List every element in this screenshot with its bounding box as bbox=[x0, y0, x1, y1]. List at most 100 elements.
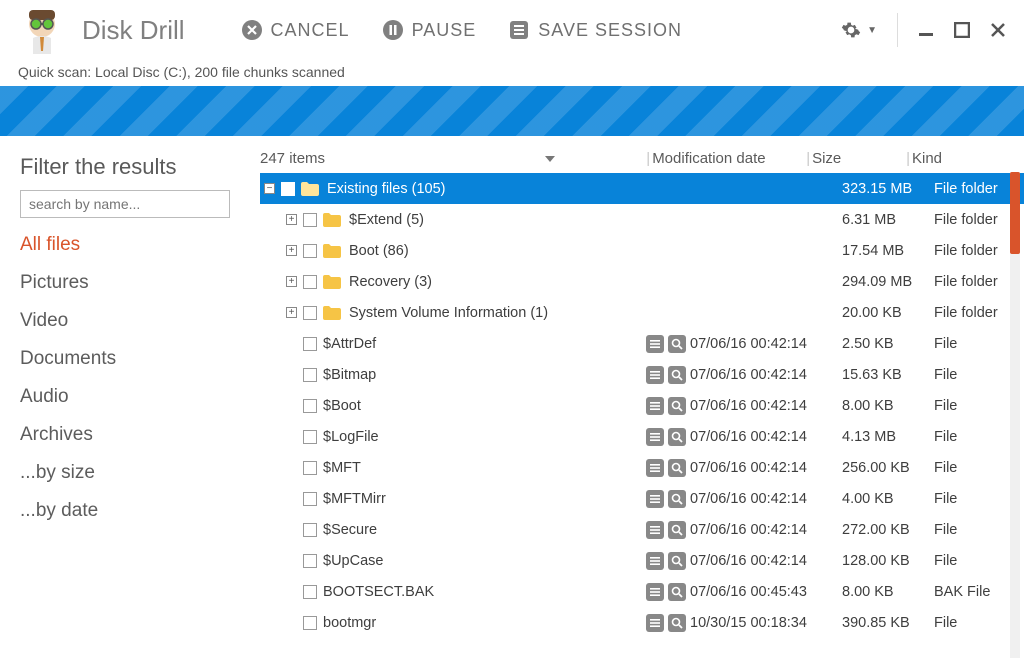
sidebar: Filter the results All filesPicturesVide… bbox=[0, 136, 260, 662]
row-name: Boot (86) bbox=[349, 243, 644, 259]
file-row[interactable]: BOOTSECT.BAK07/06/16 00:45:438.00 KBBAK … bbox=[260, 576, 1024, 607]
filter-item[interactable]: Video bbox=[20, 310, 260, 332]
row-checkbox[interactable] bbox=[303, 275, 317, 289]
magnifier-icon[interactable] bbox=[668, 397, 686, 415]
magnifier-icon[interactable] bbox=[668, 521, 686, 539]
row-checkbox[interactable] bbox=[303, 306, 317, 320]
preview-icon[interactable] bbox=[646, 459, 664, 477]
row-name: Existing files (105) bbox=[327, 181, 644, 197]
filter-item[interactable]: Audio bbox=[20, 386, 260, 408]
close-icon[interactable] bbox=[990, 22, 1006, 38]
magnifier-icon[interactable] bbox=[668, 459, 686, 477]
filter-item[interactable]: ...by size bbox=[20, 462, 260, 484]
row-checkbox[interactable] bbox=[303, 368, 317, 382]
file-row[interactable]: $Bitmap07/06/16 00:42:1415.63 KBFile bbox=[260, 359, 1024, 390]
row-name: $MFTMirr bbox=[323, 491, 644, 507]
filter-item[interactable]: Archives bbox=[20, 424, 260, 446]
file-row[interactable]: −Existing files (105)323.15 MBFile folde… bbox=[260, 173, 1024, 204]
row-checkbox[interactable] bbox=[303, 399, 317, 413]
magnifier-icon[interactable] bbox=[668, 490, 686, 508]
divider bbox=[897, 13, 898, 47]
preview-icon[interactable] bbox=[646, 428, 664, 446]
filter-item[interactable]: All files bbox=[20, 234, 260, 256]
magnifier-icon[interactable] bbox=[668, 552, 686, 570]
preview-icon[interactable] bbox=[646, 366, 664, 384]
column-kind[interactable]: Kind bbox=[912, 150, 1002, 167]
file-row[interactable]: $Boot07/06/16 00:42:148.00 KBFile bbox=[260, 390, 1024, 421]
magnifier-icon[interactable] bbox=[668, 428, 686, 446]
preview-icon[interactable] bbox=[646, 614, 664, 632]
row-checkbox[interactable] bbox=[303, 244, 317, 258]
preview-icon[interactable] bbox=[646, 490, 664, 508]
file-row[interactable]: $LogFile07/06/16 00:42:144.13 MBFile bbox=[260, 421, 1024, 452]
row-size: 15.63 KB bbox=[842, 367, 934, 383]
magnifier-icon[interactable] bbox=[668, 583, 686, 601]
preview-icon[interactable] bbox=[646, 521, 664, 539]
sort-indicator-icon[interactable] bbox=[545, 156, 555, 162]
column-items[interactable]: 247 items bbox=[260, 150, 644, 167]
row-checkbox[interactable] bbox=[303, 337, 317, 351]
preview-icon[interactable] bbox=[646, 335, 664, 353]
expand-icon[interactable]: + bbox=[286, 276, 297, 287]
row-checkbox[interactable] bbox=[303, 585, 317, 599]
search-input[interactable] bbox=[20, 190, 230, 218]
progress-stripe bbox=[0, 86, 1024, 136]
maximize-icon[interactable] bbox=[954, 22, 970, 38]
preview-icon[interactable] bbox=[646, 583, 664, 601]
row-actions bbox=[644, 490, 690, 508]
magnifier-icon[interactable] bbox=[668, 335, 686, 353]
magnifier-icon[interactable] bbox=[668, 366, 686, 384]
row-checkbox[interactable] bbox=[303, 430, 317, 444]
gear-icon[interactable] bbox=[841, 20, 861, 40]
row-checkbox[interactable] bbox=[303, 213, 317, 227]
filter-item[interactable]: Documents bbox=[20, 348, 260, 370]
save-session-button[interactable]: SAVE SESSION bbox=[508, 19, 682, 41]
preview-icon[interactable] bbox=[646, 552, 664, 570]
folder-icon bbox=[323, 213, 341, 227]
file-row[interactable]: $AttrDef07/06/16 00:42:142.50 KBFile bbox=[260, 328, 1024, 359]
magnifier-icon[interactable] bbox=[668, 614, 686, 632]
pause-button[interactable]: PAUSE bbox=[382, 19, 477, 41]
row-checkbox[interactable] bbox=[303, 461, 317, 475]
preview-icon[interactable] bbox=[646, 397, 664, 415]
filter-list: All files Pictures Video Documents Audio Arch… bbox=[20, 234, 260, 522]
row-size: 6.31 MB bbox=[842, 212, 934, 228]
cancel-button[interactable]: CANCEL bbox=[241, 19, 350, 41]
file-row[interactable]: $MFTMirr07/06/16 00:42:144.00 KBFile bbox=[260, 483, 1024, 514]
file-row[interactable]: +Recovery (3)294.09 MBFile folder bbox=[260, 266, 1024, 297]
filter-item[interactable]: Pictures bbox=[20, 272, 260, 294]
file-row[interactable]: bootmgr10/30/15 00:18:34390.85 KBFile bbox=[260, 607, 1024, 638]
row-checkbox[interactable] bbox=[281, 182, 295, 196]
scrollbar[interactable] bbox=[1010, 172, 1020, 658]
row-checkbox[interactable] bbox=[303, 523, 317, 537]
file-row[interactable]: $Secure07/06/16 00:42:14272.00 KBFile bbox=[260, 514, 1024, 545]
file-row[interactable]: $MFT07/06/16 00:42:14256.00 KBFile bbox=[260, 452, 1024, 483]
expand-icon[interactable]: + bbox=[286, 214, 297, 225]
filter-item[interactable]: ...by date bbox=[20, 500, 260, 522]
minimize-icon[interactable] bbox=[918, 22, 934, 38]
row-mod: 07/06/16 00:42:14 bbox=[690, 367, 842, 383]
file-row[interactable]: +Boot (86)17.54 MBFile folder bbox=[260, 235, 1024, 266]
expand-icon[interactable]: + bbox=[286, 307, 297, 318]
save-session-label: SAVE SESSION bbox=[538, 20, 682, 41]
column-modification-date[interactable]: Modification date bbox=[652, 150, 804, 167]
scroll-thumb[interactable] bbox=[1010, 172, 1020, 254]
row-checkbox[interactable] bbox=[303, 554, 317, 568]
row-mod: 07/06/16 00:42:14 bbox=[690, 522, 842, 538]
collapse-icon[interactable]: − bbox=[264, 183, 275, 194]
expand-icon[interactable]: + bbox=[286, 245, 297, 256]
row-checkbox[interactable] bbox=[303, 616, 317, 630]
cancel-icon bbox=[241, 19, 263, 41]
file-row[interactable]: +System Volume Information (1)20.00 KBFi… bbox=[260, 297, 1024, 328]
row-checkbox[interactable] bbox=[303, 492, 317, 506]
chevron-down-icon[interactable]: ▼ bbox=[867, 25, 877, 36]
row-actions bbox=[644, 397, 690, 415]
row-size: 8.00 KB bbox=[842, 398, 934, 414]
row-name: $Secure bbox=[323, 522, 644, 538]
row-size: 4.00 KB bbox=[842, 491, 934, 507]
file-row[interactable]: $UpCase07/06/16 00:42:14128.00 KBFile bbox=[260, 545, 1024, 576]
row-mod: 07/06/16 00:42:14 bbox=[690, 553, 842, 569]
file-row[interactable]: +$Extend (5)6.31 MBFile folder bbox=[260, 204, 1024, 235]
column-size[interactable]: Size bbox=[812, 150, 904, 167]
row-mod: 07/06/16 00:42:14 bbox=[690, 429, 842, 445]
